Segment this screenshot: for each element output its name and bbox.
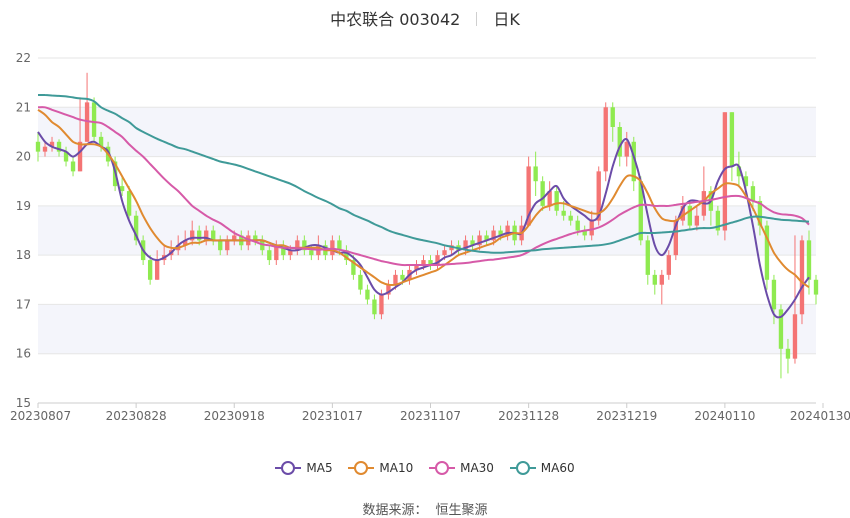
candle-body [147,260,153,280]
candle-body [750,186,756,201]
y-axis: 15 16 17 18 19 20 21 22 [16,51,31,410]
legend-label-ma10: MA10 [379,461,414,475]
candle-body [813,279,819,295]
candle-body [372,299,377,315]
candlestick-chart: 15 16 17 18 19 20 21 22 20230807 20230828 2023091… [10,51,850,423]
x-tick-label: 20231017 [302,409,363,423]
plot-band [38,107,816,157]
candle-body [694,215,700,226]
x-tick-label: 20231128 [498,409,559,423]
legend: MA5 MA10 MA30 MA60 [0,458,850,475]
candle-body [785,348,791,359]
candle-body [379,294,384,315]
candle-body [267,250,272,261]
candle-body [91,102,97,137]
x-tick-label: 20231107 [400,409,461,423]
candle-body [554,191,559,211]
candle-body [575,220,580,231]
plot-band [38,205,816,256]
candle-body [792,314,798,359]
x-axis: 20230807 20230828 20230918 20231017 20231107… [10,402,850,423]
candle-body [42,146,48,152]
candle-body [603,107,608,172]
candle-body [77,141,83,172]
candle-body [561,210,566,216]
candle-body [442,250,447,256]
plot-bands [38,107,816,354]
candle-body [799,240,805,315]
candle-body [358,274,363,290]
x-tick-label: 20230807 [10,409,71,423]
candle-body [70,161,76,172]
source-label: 数据来源： [362,503,428,518]
x-tick-label: 20230918 [204,409,265,423]
candle-body [126,191,132,216]
candle-body [771,279,777,310]
source-provider: 恒生聚源 [435,503,488,518]
x-tick-label: 20231219 [596,409,657,423]
legend-swatch-ma60 [509,461,536,475]
y-tick-label: 17 [16,297,31,311]
candle-body [624,141,629,157]
candle-body [729,112,735,167]
legend-item-ma60[interactable]: MA60 [509,461,575,475]
candle-body [589,220,594,236]
y-tick-label: 18 [16,248,31,262]
y-tick-label: 15 [16,396,31,410]
y-tick-label: 19 [16,199,31,213]
legend-label-ma60: MA60 [540,461,575,475]
legend-label-ma5: MA5 [306,461,333,475]
x-tick-label: 20240110 [694,409,755,423]
candle-body [652,274,657,285]
candle-body [393,274,398,285]
legend-swatch-ma10 [348,461,375,475]
legend-swatch-ma5 [275,461,302,475]
candle-body [533,166,538,182]
y-tick-label: 16 [16,347,31,361]
candle-body [540,181,545,206]
candle-body [309,250,314,256]
x-tick-label: 20230828 [106,409,167,423]
data-source: 数据来源： 恒生聚源 [0,499,850,518]
candle-body [666,255,671,275]
y-tick-label: 21 [16,100,31,114]
plot-band [38,304,816,354]
candle-body [365,289,370,300]
candle-body [154,260,160,280]
candle-body [610,107,615,127]
legend-item-ma30[interactable]: MA30 [429,461,494,475]
x-tick-label: 20240130 [790,409,850,423]
candle-body [218,240,223,251]
legend-item-ma10[interactable]: MA10 [348,461,413,475]
candle-body [645,240,650,275]
candle-body [400,274,405,280]
legend-item-ma5[interactable]: MA5 [275,461,333,475]
candle-body [568,215,573,221]
candle-body [225,240,230,251]
candle-body [119,186,125,192]
candle-body [659,274,664,285]
candle-body [806,240,812,280]
y-tick-label: 22 [16,51,31,65]
candle-body [35,141,41,152]
y-tick-label: 20 [16,150,31,164]
legend-swatch-ma30 [429,461,456,475]
legend-label-ma30: MA30 [460,461,494,475]
